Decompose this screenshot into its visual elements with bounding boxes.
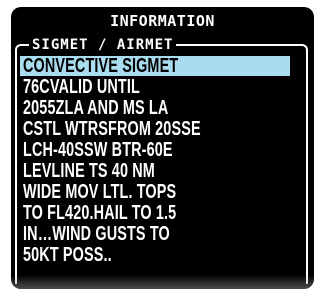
text-line-row[interactable]: LEVLINE TS 40 NM — [23, 161, 263, 182]
text-line: LCH-40SSW BTR-60E — [23, 139, 173, 161]
text-line: CSTL WTRSFROM 20SSE — [23, 118, 201, 140]
text-line: LEVLINE TS 40 NM — [23, 160, 155, 182]
text-line-selected[interactable]: CONVECTIVE SIGMET — [20, 55, 290, 77]
information-window: INFORMATION SIGMET / AIRMET CONVECTIVE S… — [11, 7, 314, 289]
text-line: IN…WIND GUSTS TO — [23, 223, 170, 245]
text-line-row[interactable]: 2055ZLA AND MS LA — [23, 98, 263, 119]
window-title: INFORMATION — [110, 12, 215, 30]
group-label: SIGMET / AIRMET — [29, 35, 177, 55]
sigmet-text-list[interactable]: CONVECTIVE SIGMET 76CVALID UNTIL 2055ZLA… — [20, 55, 290, 266]
text-line: 50KT POSS.. — [23, 244, 112, 266]
text-line-row[interactable]: LCH-40SSW BTR-60E — [23, 140, 263, 161]
text-line-row[interactable]: IN…WIND GUSTS TO — [23, 224, 263, 245]
text-line-row[interactable]: 76CVALID UNTIL — [23, 77, 263, 98]
text-line-row[interactable]: TO FL420.HAIL TO 1.5 — [23, 203, 263, 224]
text-line: 76CVALID UNTIL — [23, 76, 140, 98]
text-line: CONVECTIVE SIGMET — [23, 55, 179, 77]
text-line: TO FL420.HAIL TO 1.5 — [23, 202, 177, 224]
text-line: 2055ZLA AND MS LA — [23, 97, 169, 119]
text-line-row[interactable]: CSTL WTRSFROM 20SSE — [23, 119, 263, 140]
screen: INFORMATION SIGMET / AIRMET CONVECTIVE S… — [0, 0, 328, 296]
text-line: WIDE MOV LTL. TOPS — [23, 181, 177, 203]
text-line-row[interactable]: WIDE MOV LTL. TOPS — [23, 182, 263, 203]
text-line-row[interactable]: 50KT POSS.. — [23, 245, 263, 266]
sigmet-airmet-group: SIGMET / AIRMET CONVECTIVE SIGMET 76CVAL… — [15, 35, 308, 284]
